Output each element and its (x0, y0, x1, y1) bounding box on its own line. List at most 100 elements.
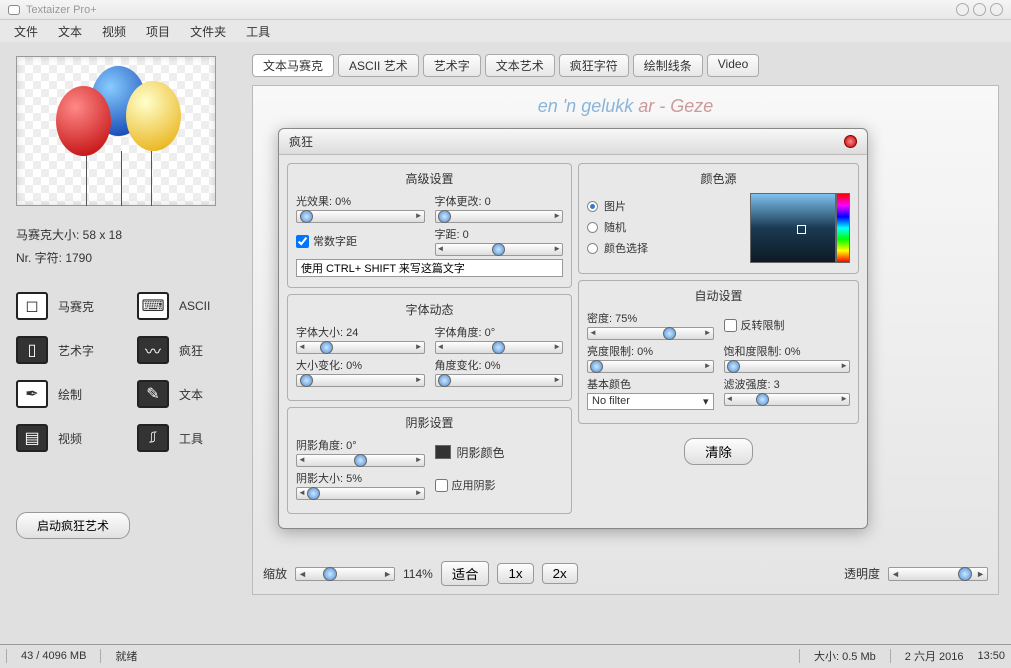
pencil-icon: ✎ (137, 380, 169, 408)
bright-label: 亮度限制: 0% (587, 343, 714, 359)
light-slider[interactable]: ◄► (296, 210, 425, 223)
menu-file[interactable]: 文件 (6, 21, 46, 42)
keyboard-icon: ⌨ (137, 292, 169, 320)
light-label: 光效果: 0% (296, 193, 425, 209)
shadow-color-swatch[interactable] (435, 445, 451, 459)
tool-tools[interactable]: ⎎工具 (137, 424, 236, 452)
hint-input[interactable] (296, 259, 563, 277)
menu-video[interactable]: 视频 (94, 21, 134, 42)
bottom-controls: 缩放 ◄► 114% 适合 1x 2x 透明度 ◄► (253, 561, 998, 586)
app-icon (8, 5, 20, 15)
zoom-2x-button[interactable]: 2x (542, 563, 578, 584)
zoom-1x-button[interactable]: 1x (497, 563, 533, 584)
colorsrc-title: 颜色源 (587, 170, 850, 187)
advanced-settings: 高级设置 光效果: 0% ◄► 字体更改: 0 ◄► 常数字距 字距: 0 ◄► (287, 163, 572, 288)
shadowsize-label: 阴影大小: 5% (296, 470, 425, 486)
tab-text-art[interactable]: 文本艺术 (485, 54, 555, 77)
statusbar: 43 / 4096 MB 就绪 大小: 0.5 Mb 2 六月 2016 13:… (0, 644, 1011, 666)
crazy-dialog: 疯狂 高级设置 光效果: 0% ◄► 字体更改: 0 ◄► 常数字距 字距: 0… (278, 128, 868, 529)
bright-slider[interactable]: ◄► (587, 360, 714, 373)
shadowsize-slider[interactable]: ◄► (296, 487, 425, 500)
menu-project[interactable]: 项目 (138, 21, 178, 42)
anglevar-slider[interactable]: ◄► (435, 374, 564, 387)
tool-draw[interactable]: ✒绘制 (16, 380, 115, 408)
tool-art-text[interactable]: ▯艺术字 (16, 336, 115, 364)
apply-shadow-checkbox[interactable]: 应用阴影 (435, 477, 496, 493)
preview-image[interactable] (16, 56, 216, 206)
tab-ascii[interactable]: ASCII 艺术 (338, 54, 419, 77)
invert-checkbox[interactable]: 反转限制 (724, 317, 785, 333)
status-size: 大小: 0.5 Mb (814, 648, 876, 664)
tool-text[interactable]: ✎文本 (137, 380, 236, 408)
radio-image[interactable]: 图片 (587, 198, 738, 214)
tab-draw-lines[interactable]: 绘制线条 (633, 54, 703, 77)
color-source: 颜色源 图片 随机 颜色选择 (578, 163, 859, 274)
basecolor-label: 基本颜色 (587, 376, 714, 392)
spacing-label: 字距: 0 (435, 226, 564, 242)
menu-tools[interactable]: 工具 (238, 21, 278, 42)
fontangle-slider[interactable]: ◄► (435, 341, 564, 354)
clapper-icon: ▤ (16, 424, 48, 452)
menubar: 文件 文本 视频 项目 文件夹 工具 (0, 20, 1011, 42)
zoom-value: 114% (403, 567, 433, 581)
anglevar-label: 角度变化: 0% (435, 357, 564, 373)
tab-crazy-char[interactable]: 疯狂字符 (559, 54, 629, 77)
book-icon: ▯ (16, 336, 48, 364)
canvas-text: en 'n gelukk ar - Geze (253, 96, 998, 117)
dialog-title: 疯狂 (289, 133, 313, 150)
tool-ascii[interactable]: ⌨ASCII (137, 292, 236, 320)
sizevar-slider[interactable]: ◄► (296, 374, 425, 387)
color-picker[interactable] (750, 193, 850, 263)
shadowcolor-label: 阴影颜色 (457, 444, 505, 461)
status-date: 2 六月 2016 (905, 648, 964, 664)
menu-folder[interactable]: 文件夹 (182, 21, 234, 42)
fontchange-slider[interactable]: ◄► (435, 210, 564, 223)
feather-icon: ✒ (16, 380, 48, 408)
start-crazy-art-button[interactable]: 启动疯狂艺术 (16, 512, 130, 539)
tab-art-text[interactable]: 艺术字 (423, 54, 481, 77)
dialog-close-button[interactable] (844, 135, 857, 148)
tool-mosaic[interactable]: ◻马赛克 (16, 292, 115, 320)
dialog-titlebar[interactable]: 疯狂 (279, 129, 867, 155)
fit-button[interactable]: 适合 (441, 561, 490, 586)
mosaic-size-label: 马赛克大小: 58 x 18 (16, 226, 236, 243)
tool-crazy[interactable]: 〰疯狂 (137, 336, 236, 364)
radio-random[interactable]: 随机 (587, 219, 738, 235)
char-count-label: Nr. 字符: 1790 (16, 249, 236, 266)
sat-slider[interactable]: ◄► (724, 360, 851, 373)
clear-button[interactable]: 清除 (684, 438, 753, 465)
menu-text[interactable]: 文本 (50, 21, 90, 42)
auto-title: 自动设置 (587, 287, 850, 304)
fontsize-slider[interactable]: ◄► (296, 341, 425, 354)
opacity-slider[interactable]: ◄► (888, 567, 988, 581)
sat-label: 饱和度限制: 0% (724, 343, 851, 359)
filterstr-slider[interactable]: ◄► (724, 393, 851, 406)
tabs: 文本马赛克 ASCII 艺术 艺术字 文本艺术 疯狂字符 绘制线条 Video (252, 54, 999, 77)
status-time: 13:50 (977, 650, 1005, 662)
maximize-button[interactable] (973, 3, 986, 16)
const-spacing-checkbox[interactable]: 常数字距 (296, 233, 357, 249)
tab-text-mosaic[interactable]: 文本马赛克 (252, 54, 334, 77)
shadow-settings: 阴影设置 阴影角度: 0° ◄► 阴影颜色 阴影大小: 5% ◄► 应用阴影 (287, 407, 572, 514)
status-memory: 43 / 4096 MB (21, 650, 86, 662)
density-label: 密度: 75% (587, 310, 714, 326)
wave-icon: 〰 (137, 336, 169, 364)
minimize-button[interactable] (956, 3, 969, 16)
close-button[interactable] (990, 3, 1003, 16)
density-slider[interactable]: ◄► (587, 327, 714, 340)
shadow-title: 阴影设置 (296, 414, 563, 431)
sizevar-label: 大小变化: 0% (296, 357, 425, 373)
tool-video[interactable]: ▤视频 (16, 424, 115, 452)
opacity-label: 透明度 (844, 565, 880, 582)
fontdyn-title: 字体动态 (296, 301, 563, 318)
filter-select[interactable]: No filter▾ (587, 393, 714, 410)
fontangle-label: 字体角度: 0° (435, 324, 564, 340)
spacing-slider[interactable]: ◄► (435, 243, 564, 256)
tab-video[interactable]: Video (707, 54, 759, 77)
shadowangle-slider[interactable]: ◄► (296, 454, 425, 467)
radio-picker[interactable]: 颜色选择 (587, 240, 738, 256)
zoom-slider[interactable]: ◄► (295, 567, 395, 581)
zoom-label: 缩放 (263, 565, 287, 582)
fontchange-label: 字体更改: 0 (435, 193, 564, 209)
app-title: Textaizer Pro+ (26, 4, 952, 16)
